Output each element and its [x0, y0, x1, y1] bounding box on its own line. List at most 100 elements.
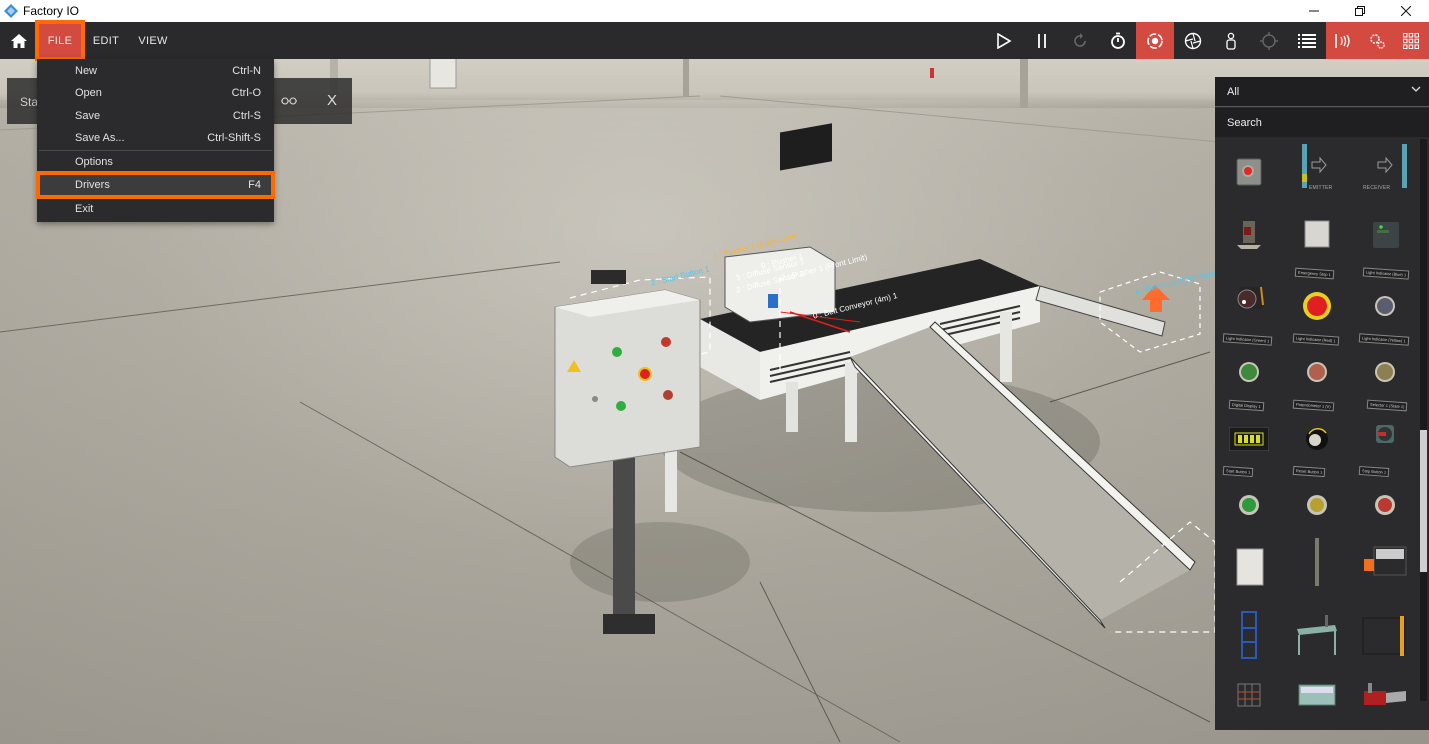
catalogue-item-emergency-stop[interactable]: Emergency Stop 1: [1285, 267, 1349, 331]
maximize-button[interactable]: [1337, 0, 1383, 22]
item-plate: Light Indicator (Blue) 1: [1362, 267, 1410, 280]
electrical-panel-icon: [1236, 548, 1264, 586]
start-button-icon: [1239, 495, 1259, 515]
center-view-button[interactable]: [1250, 22, 1288, 59]
catalogue-item-pick-and-place[interactable]: [1285, 603, 1349, 667]
glasses-icon[interactable]: [281, 94, 297, 108]
cabinet-pole: [613, 442, 635, 622]
list-icon: [1298, 33, 1316, 48]
pick-and-place-icon: [1297, 615, 1337, 655]
time-scale-button[interactable]: [1099, 22, 1137, 59]
menu-item-options[interactable]: Options: [37, 151, 274, 173]
catalogue-item-robot-cell[interactable]: [1353, 533, 1417, 597]
close-window-button[interactable]: [1383, 0, 1429, 22]
minimize-icon: [1309, 10, 1319, 12]
catalogue-item-selector-switch[interactable]: Selector 1 (State 1): [1353, 399, 1417, 463]
catalogue-item-start-button[interactable]: Start Button 1: [1217, 465, 1281, 529]
file-menu-highlight: [35, 20, 85, 61]
menu-item-save[interactable]: Save Ctrl-S: [37, 105, 274, 127]
item-plate: Emergency Stop 1: [1294, 267, 1335, 280]
floor-joint: [759, 581, 841, 743]
floor-joint: [1049, 351, 1211, 403]
item-plate: Potentiometer 1 (V): [1292, 399, 1334, 412]
menu-item-shortcut: Ctrl-N: [232, 65, 261, 77]
catalogue-scrollbar-thumb[interactable]: [1420, 430, 1427, 572]
menu-item-label: Save As...: [75, 132, 125, 144]
catalogue-scrollbar-track[interactable]: [1420, 139, 1427, 701]
item-plate: Light Indicator (Red) 1: [1292, 333, 1339, 346]
warning-light-icon: [1237, 286, 1264, 309]
menu-item-label: Open: [75, 87, 102, 99]
catalogue-item-elevator[interactable]: [1217, 603, 1281, 667]
catalogue-item-light-indicator-blue[interactable]: Light Indicator (Blue) 1: [1353, 267, 1417, 331]
tag-list-button[interactable]: [1288, 22, 1326, 59]
catalogue-item-light-indicator-red[interactable]: Light Indicator (Red) 1: [1285, 333, 1349, 397]
main-toolbar: FILE EDIT VIEW: [0, 22, 1429, 59]
category-filter-dropdown[interactable]: All: [1215, 77, 1429, 107]
catalogue-item-rack[interactable]: [1217, 663, 1281, 727]
minimize-button[interactable]: [1291, 0, 1337, 22]
catalogue-item-vision-sensor[interactable]: [1353, 203, 1417, 267]
catalogue-item-receiver[interactable]: RECEIVER: [1353, 137, 1417, 201]
potentiometer-icon: [1306, 428, 1328, 450]
selector-switch-icon: [1376, 425, 1394, 443]
first-person-button[interactable]: [1212, 22, 1250, 59]
catalogue-item-reset-button[interactable]: Reset Button 1: [1285, 465, 1349, 529]
menu-item-label: Save: [75, 110, 101, 122]
item-plate: Stop Button 1: [1358, 465, 1390, 478]
catalogue-grid: EMITTER RECEIVER Emergency Stop 1 Light …: [1215, 137, 1421, 730]
menu-item-new[interactable]: New Ctrl-N: [37, 60, 274, 82]
chevron-down-icon: [1411, 84, 1421, 97]
crosshair-icon: [1260, 31, 1278, 50]
catalogue-item-warning-light[interactable]: [1217, 267, 1281, 331]
catalogue-item-light-indicator-green[interactable]: Light Indicator (Green) 1: [1217, 333, 1281, 397]
vision-sensor-icon: [1373, 222, 1399, 248]
home-button[interactable]: [4, 22, 34, 59]
catalogue-item-stand[interactable]: [1285, 531, 1349, 595]
catalogue-item-stacker[interactable]: [1353, 663, 1417, 727]
factory-io-logo-icon: [3, 3, 19, 19]
pause-button[interactable]: [1023, 22, 1061, 59]
catalogue-item-emitter[interactable]: EMITTER: [1285, 137, 1349, 201]
category-filter-value: All: [1227, 86, 1240, 98]
shadow: [570, 522, 750, 602]
orbit-camera-button[interactable]: [1174, 22, 1212, 59]
edit-mode-button[interactable]: [1136, 22, 1174, 59]
menu-view[interactable]: VIEW: [132, 22, 174, 59]
view-controls: [1136, 22, 1250, 59]
catalogue-item-digital-display[interactable]: Digital Display 1: [1217, 399, 1281, 463]
catalogue-item-safety-frame[interactable]: [1353, 603, 1417, 667]
menu-item-shortcut: Ctrl-O: [231, 87, 261, 99]
reset-button[interactable]: [1061, 22, 1099, 59]
menu-item-open[interactable]: Open Ctrl-O: [37, 82, 274, 104]
reset-icon: [1074, 32, 1086, 47]
conveyor-leg: [786, 382, 798, 432]
catalogue-search-input[interactable]: [1215, 108, 1429, 137]
catalogue-item-stop-button[interactable]: Stop Button 1: [1353, 465, 1417, 529]
palette-button[interactable]: [1394, 22, 1428, 59]
menu-edit[interactable]: EDIT: [86, 22, 126, 59]
light-yellow-icon: [1375, 362, 1395, 382]
menu-item-label: Options: [75, 156, 113, 168]
emitter-caption: EMITTER: [1309, 185, 1333, 191]
restore-icon: [1355, 6, 1365, 16]
stop-button-icon: [1375, 495, 1395, 515]
gears-icon: [1370, 33, 1385, 49]
catalogue-item-light-indicator-yellow[interactable]: Light Indicator (Yellow) 1: [1353, 333, 1417, 397]
catalogue-item-diffuse-sensor[interactable]: [1217, 203, 1281, 267]
catalogue-item-machining-center[interactable]: [1285, 663, 1349, 727]
menu-item-save-as[interactable]: Save As... Ctrl-Shift-S: [37, 127, 274, 149]
actuators-button[interactable]: [1360, 22, 1394, 59]
status-close-button[interactable]: X: [327, 92, 337, 109]
catalogue-item-electrical-panel[interactable]: [1217, 535, 1281, 599]
window-controls: [1291, 0, 1429, 22]
sensors-button[interactable]: [1326, 22, 1360, 59]
play-button[interactable]: [985, 22, 1023, 59]
menu-item-exit[interactable]: Exit: [37, 198, 274, 220]
stop-button: [661, 337, 671, 347]
catalogue-item-potentiometer[interactable]: Potentiometer 1 (V): [1285, 399, 1349, 463]
catalogue-item-push-button-box[interactable]: [1217, 139, 1281, 203]
catalogue-item-reflector[interactable]: [1285, 203, 1349, 267]
home-icon: [11, 33, 27, 48]
drivers-highlight: [36, 171, 275, 199]
